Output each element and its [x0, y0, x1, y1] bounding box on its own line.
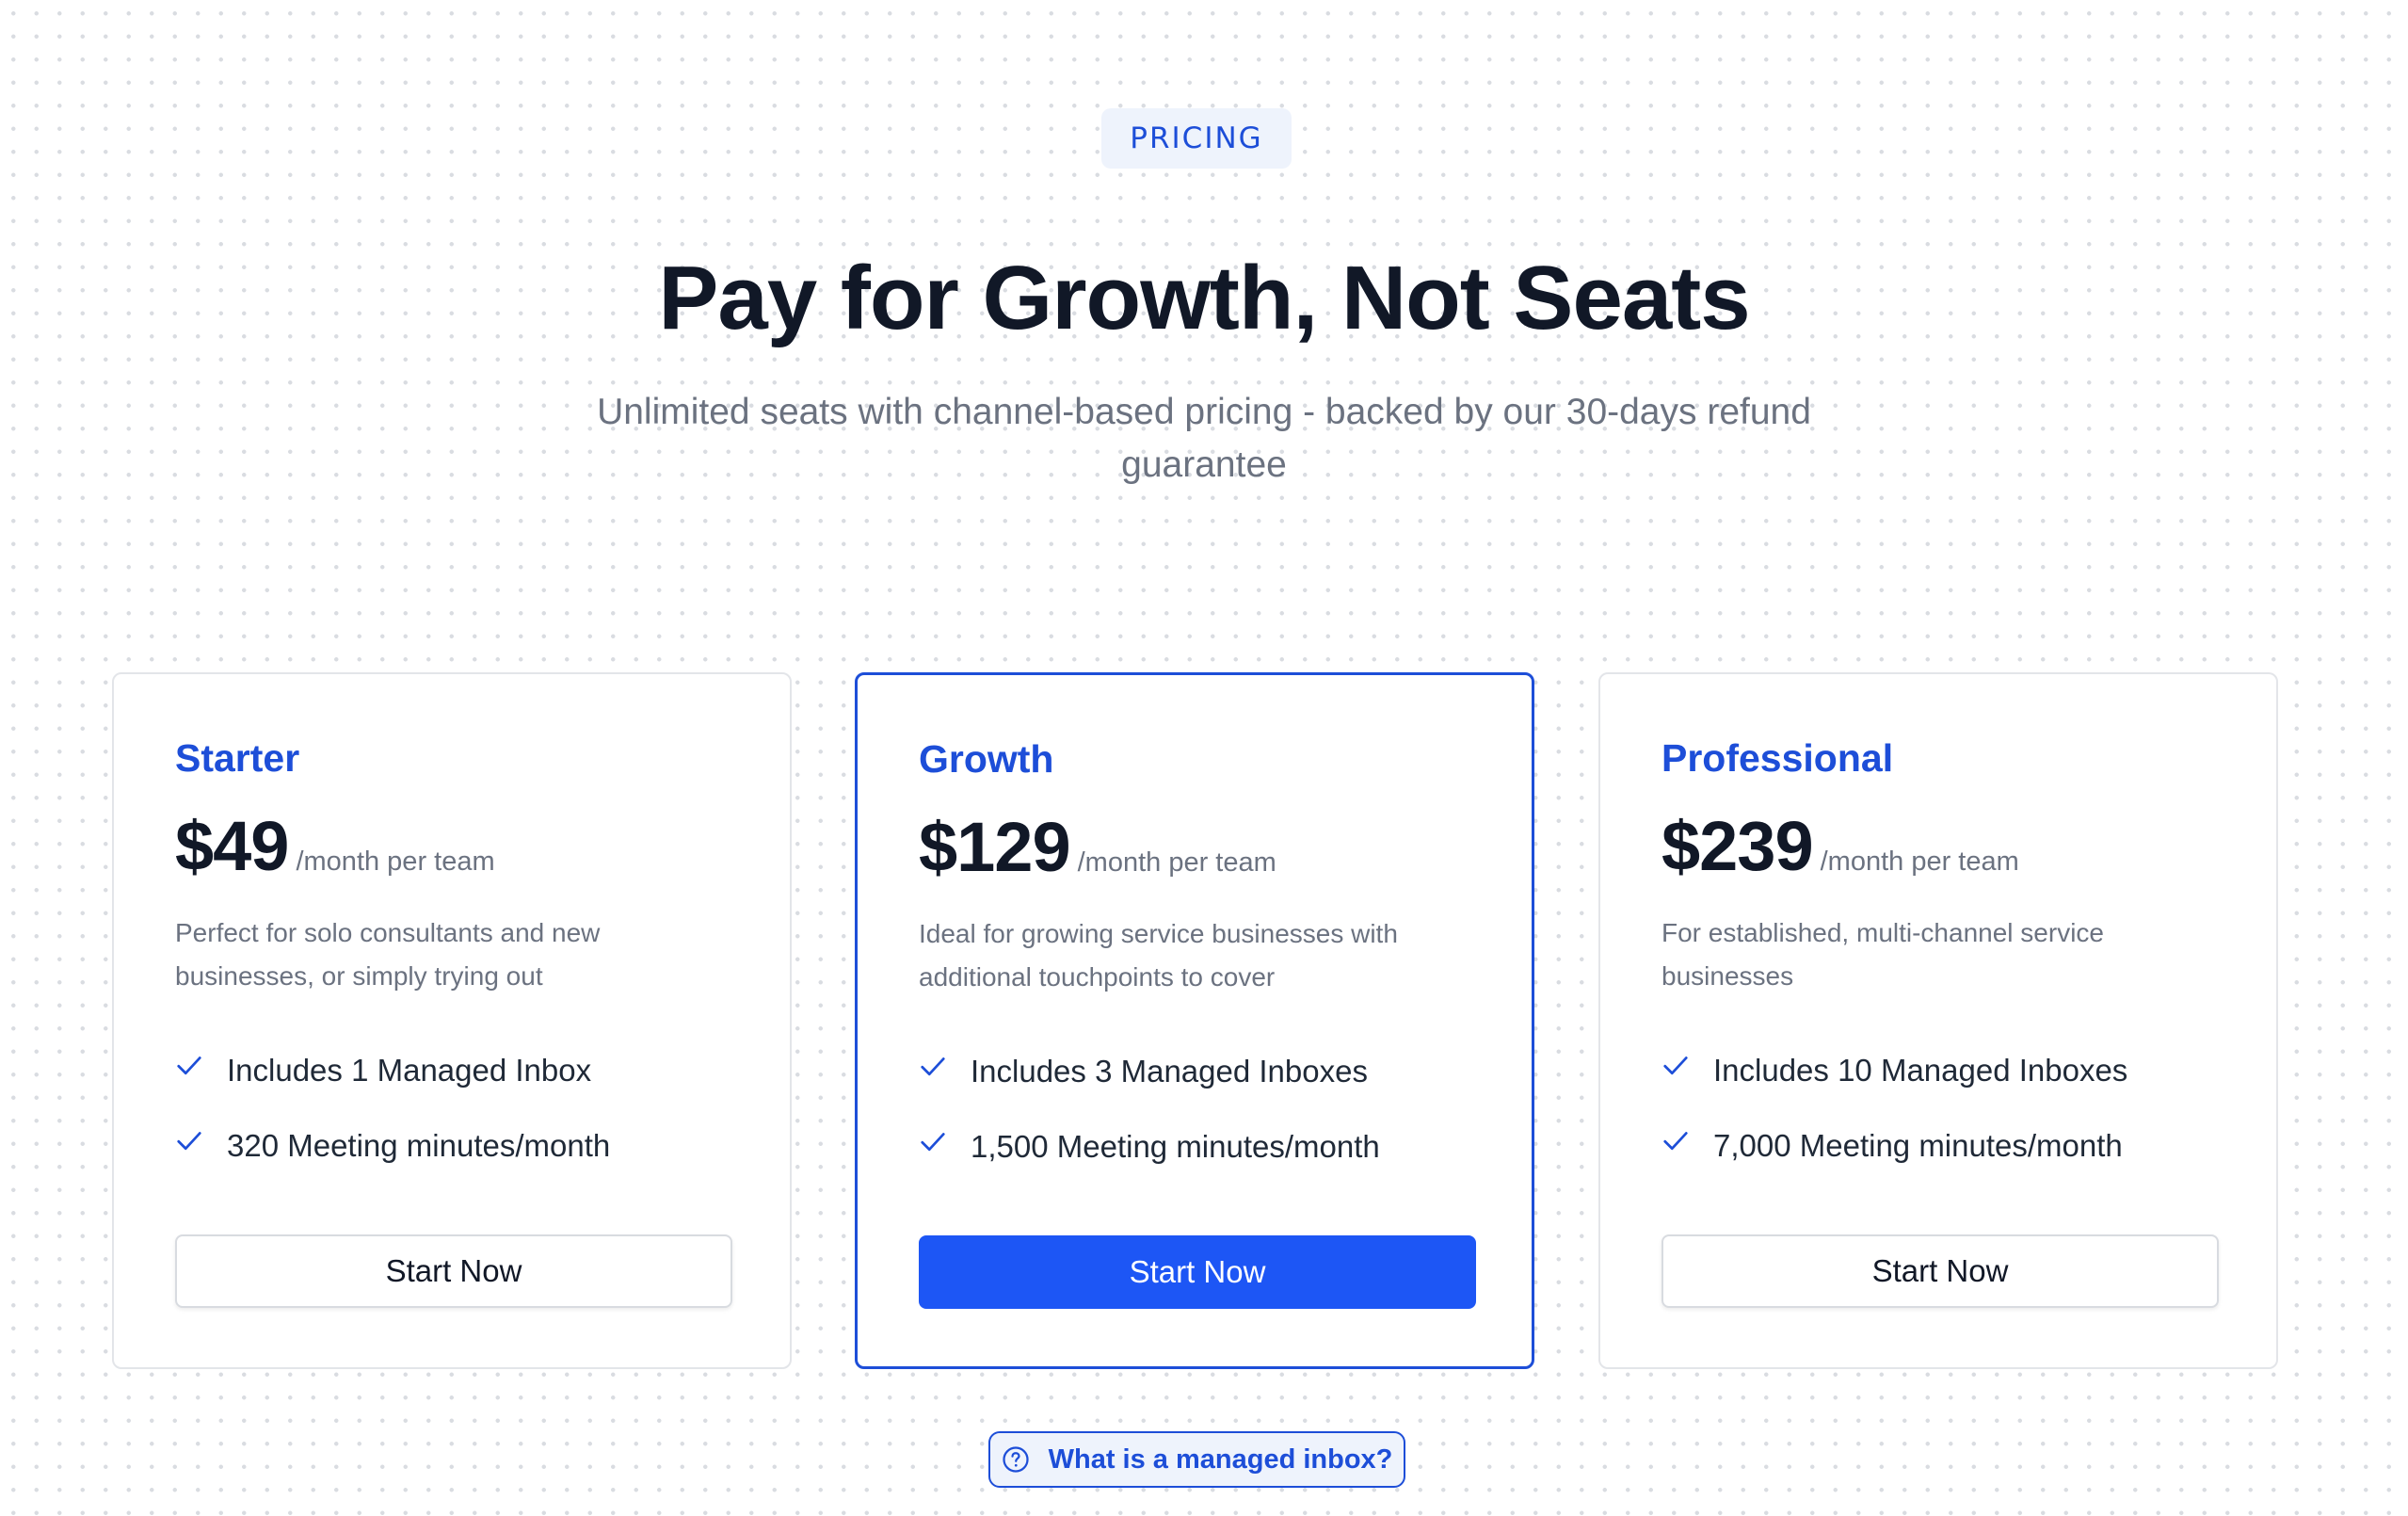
feature-label: Includes 3 Managed Inboxes [971, 1054, 1368, 1089]
price-row: $129 /month per team [919, 807, 1276, 887]
plan-period: /month per team [1820, 847, 2019, 877]
feature-item: Includes 10 Managed Inboxes [1662, 1053, 2127, 1089]
feature-label: Includes 10 Managed Inboxes [1713, 1053, 2128, 1088]
check-icon [919, 1127, 947, 1155]
feature-label: 1,500 Meeting minutes/month [971, 1129, 1380, 1164]
start-now-button-professional[interactable]: Start Now [1662, 1234, 2219, 1308]
plan-card-growth: Growth $129 /month per team Ideal for gr… [855, 672, 1534, 1369]
pricing-eyebrow-badge: PRICING [1101, 108, 1292, 169]
feature-label: Includes 1 Managed Inbox [227, 1053, 592, 1088]
plan-price: $129 [919, 808, 1071, 886]
plan-card-professional: Professional $239 /month per team For es… [1598, 672, 2278, 1369]
check-icon [919, 1052, 947, 1080]
feature-item: Includes 3 Managed Inboxes [919, 1054, 1368, 1089]
plan-name: Professional [1662, 736, 1894, 780]
feature-label: 7,000 Meeting minutes/month [1713, 1128, 2123, 1163]
faq-link-label: What is a managed inbox? [1048, 1443, 1393, 1475]
plan-name: Growth [919, 737, 1054, 781]
plan-period: /month per team [1077, 847, 1276, 878]
start-now-button-growth[interactable]: Start Now [919, 1235, 1476, 1309]
price-row: $239 /month per team [1662, 806, 2019, 886]
pricing-page: PRICING Pay for Growth, Not Seats Unlimi… [0, 0, 2408, 1516]
check-icon [175, 1051, 203, 1079]
start-now-button-starter[interactable]: Start Now [175, 1234, 732, 1308]
feature-item: 7,000 Meeting minutes/month [1662, 1128, 2123, 1164]
feature-item: 1,500 Meeting minutes/month [919, 1129, 1380, 1165]
plan-description: For established, multi-channel service b… [1662, 918, 2104, 991]
feature-item: 320 Meeting minutes/month [175, 1128, 610, 1164]
check-icon [1662, 1051, 1690, 1079]
plan-period: /month per team [296, 847, 495, 877]
question-circle-icon [1002, 1445, 1030, 1474]
check-icon [175, 1126, 203, 1154]
page-title: Pay for Growth, Not Seats [658, 248, 1750, 348]
price-row: $49 /month per team [175, 806, 495, 886]
plan-description: Ideal for growing service businesses wit… [919, 919, 1398, 992]
plan-name: Starter [175, 736, 300, 780]
feature-label: 320 Meeting minutes/month [227, 1128, 611, 1163]
plan-card-starter: Starter $49 /month per team Perfect for … [112, 672, 792, 1369]
check-icon [1662, 1126, 1690, 1154]
plan-price: $49 [175, 807, 289, 885]
managed-inbox-faq-button[interactable]: What is a managed inbox? [988, 1431, 1405, 1488]
plan-price: $239 [1662, 807, 1814, 885]
feature-item: Includes 1 Managed Inbox [175, 1053, 591, 1089]
page-subtitle: Unlimited seats with channel-based prici… [597, 392, 1811, 485]
plan-description: Perfect for solo consultants and new bus… [175, 918, 601, 991]
